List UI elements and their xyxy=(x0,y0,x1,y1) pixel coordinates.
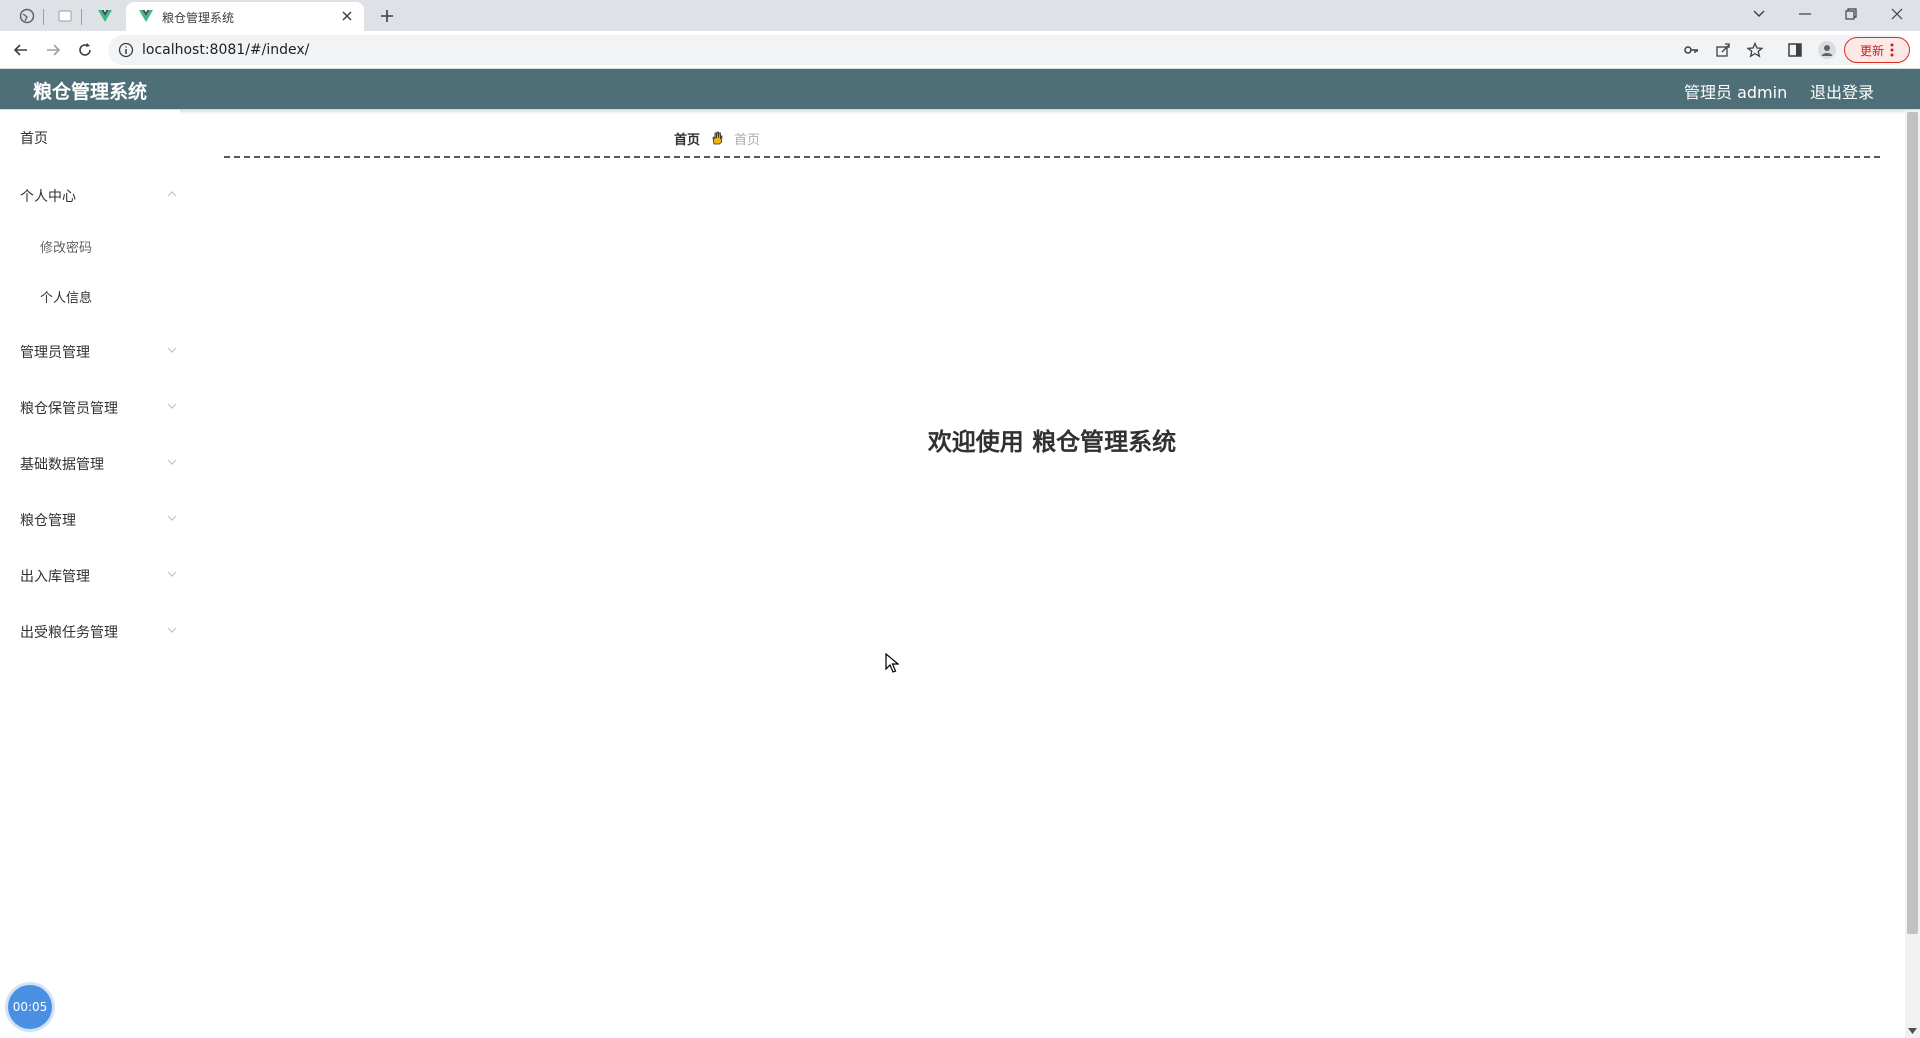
pinned-tab-3[interactable] xyxy=(88,4,122,28)
close-window-icon[interactable] xyxy=(1874,0,1920,28)
sidebar-item-label: 基础数据管理 xyxy=(20,457,104,473)
restore-icon[interactable] xyxy=(1828,0,1874,28)
breadcrumb-current: 首页 xyxy=(734,132,761,148)
sidebar-item-label: 粮仓保管员管理 xyxy=(20,401,118,417)
sidebar-subitem-change-password[interactable]: 修改密码 xyxy=(0,225,180,265)
scrollbar-thumb[interactable] xyxy=(1907,112,1918,934)
browser-toolbar: localhost:8081/#/index/ 更新 xyxy=(0,31,1920,69)
page-scrollbar[interactable] xyxy=(1905,110,1920,1038)
tab-search-icon[interactable] xyxy=(1736,0,1782,28)
sidebar-item-label: 修改密码 xyxy=(40,241,93,256)
active-tab-title: 粮仓管理系统 xyxy=(162,11,235,25)
chevron-down-icon xyxy=(167,403,177,409)
page-icon xyxy=(58,10,72,22)
sidebar-item-home[interactable]: 首页 xyxy=(0,116,180,156)
chevron-down-icon xyxy=(167,571,177,577)
share-icon[interactable] xyxy=(1710,37,1736,63)
chevron-down-icon xyxy=(167,347,177,353)
sidebar-item-keeper-management[interactable]: 粮仓保管员管理 xyxy=(0,386,180,426)
update-button[interactable]: 更新 xyxy=(1844,37,1910,63)
chevron-down-icon xyxy=(167,627,177,633)
sidebar-item-label: 个人中心 xyxy=(20,189,76,205)
sidebar-item-label: 粮仓管理 xyxy=(20,513,76,529)
vue-logo-icon xyxy=(98,10,112,22)
sidebar-menu: 首页 个人中心 修改密码 个人信息 管理员管理 粮仓保管员管理 基础数据管理 粮… xyxy=(0,110,180,1038)
mouse-cursor-icon xyxy=(885,653,899,673)
url-text: localhost:8081/#/index/ xyxy=(142,42,310,58)
sidebar-item-inout-management[interactable]: 出入库管理 xyxy=(0,554,180,594)
active-tab[interactable]: 粮仓管理系统 xyxy=(126,2,364,31)
timer-badge[interactable]: 00:05 xyxy=(8,985,52,1029)
app-title: 粮仓管理系统 xyxy=(33,81,148,103)
sidebar-item-label: 出入库管理 xyxy=(20,569,90,585)
more-vert-icon xyxy=(1890,43,1894,57)
address-bar[interactable]: localhost:8081/#/index/ xyxy=(108,35,1910,65)
pinned-tab-2[interactable] xyxy=(48,4,82,28)
sidebar-item-label: 个人信息 xyxy=(40,291,93,306)
sidebar-item-personal-center[interactable]: 个人中心 xyxy=(0,174,180,214)
update-label: 更新 xyxy=(1859,43,1884,58)
timer-value: 00:05 xyxy=(12,1000,48,1014)
sidebar-item-label: 首页 xyxy=(20,131,48,147)
welcome-message: 欢迎使用 粮仓管理系统 xyxy=(927,428,1177,456)
globe-icon xyxy=(19,8,35,24)
new-tab-icon[interactable] xyxy=(376,5,398,27)
profile-avatar-icon[interactable] xyxy=(1814,37,1840,63)
chevron-up-icon xyxy=(167,191,177,197)
key-icon[interactable] xyxy=(1678,37,1704,63)
browser-tab-strip: 粮仓管理系统 xyxy=(0,0,1920,31)
back-icon[interactable] xyxy=(8,37,34,63)
app-header: 粮仓管理系统 管理员 admin 退出登录 xyxy=(0,69,1920,109)
sidebar-subitem-personal-info[interactable]: 个人信息 xyxy=(0,275,180,315)
scroll-down-arrow-icon[interactable] xyxy=(1908,1026,1917,1035)
chevron-down-icon xyxy=(167,459,177,465)
sidebar-item-granary-management[interactable]: 粮仓管理 xyxy=(0,498,180,538)
breadcrumb: 首页 首页 xyxy=(674,128,760,148)
sidebar-item-label: 出受粮任务管理 xyxy=(20,625,118,641)
side-panel-icon[interactable] xyxy=(1782,37,1808,63)
breadcrumb-home[interactable]: 首页 xyxy=(674,129,700,148)
vue-logo-icon xyxy=(139,10,153,22)
sidebar-item-label: 管理员管理 xyxy=(20,345,90,361)
current-user: 管理员 admin xyxy=(1684,83,1788,102)
hand-icon xyxy=(712,131,723,145)
bookmark-star-icon[interactable] xyxy=(1742,37,1768,63)
site-info-icon[interactable] xyxy=(118,42,134,58)
reload-icon[interactable] xyxy=(72,37,98,63)
screen: 粮仓管理系统 localhost:8081/#/index/ 更新 粮仓管理系统… xyxy=(0,0,1920,1038)
chevron-down-icon xyxy=(167,515,177,521)
forward-icon[interactable] xyxy=(40,37,66,63)
tab-close-icon[interactable] xyxy=(338,7,356,25)
breadcrumb-divider xyxy=(224,156,1880,158)
logout-link[interactable]: 退出登录 xyxy=(1810,79,1874,103)
pinned-tab-1[interactable] xyxy=(10,4,44,28)
minimize-icon[interactable] xyxy=(1782,0,1828,28)
sidebar-item-admin-management[interactable]: 管理员管理 xyxy=(0,330,180,370)
sidebar-item-grain-task-management[interactable]: 出受粮任务管理 xyxy=(0,610,180,650)
